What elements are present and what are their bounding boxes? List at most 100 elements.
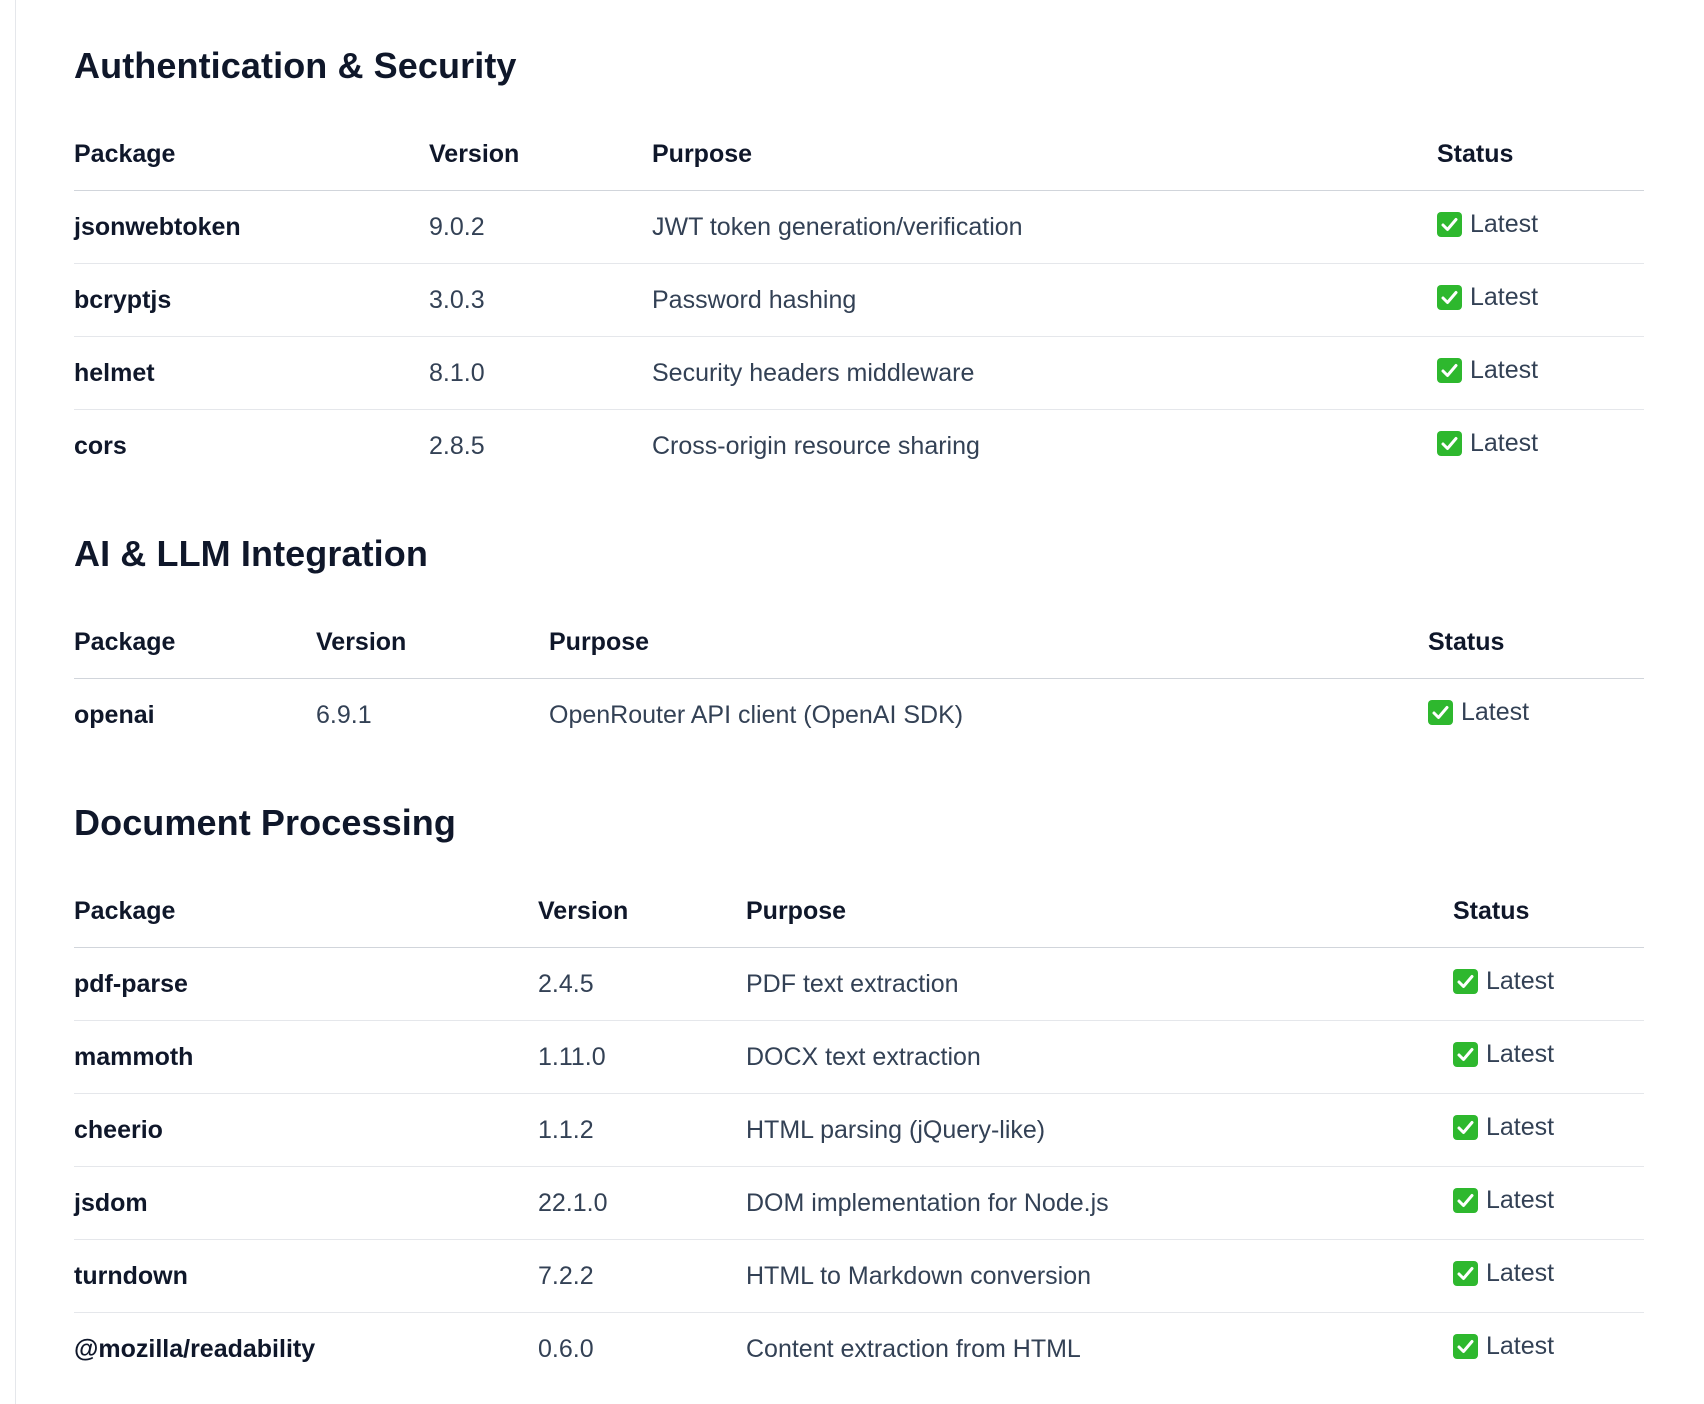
white-check-mark-icon xyxy=(1453,1334,1478,1359)
package-name: cheerio xyxy=(74,1093,538,1167)
package-status: Latest xyxy=(1453,1313,1644,1386)
package-status: Latest xyxy=(1437,336,1644,410)
left-border xyxy=(15,0,16,1404)
package-purpose: Password hashing xyxy=(652,263,1437,337)
package-purpose: OpenRouter API client (OpenAI SDK) xyxy=(549,700,964,729)
status-label: Latest xyxy=(1470,429,1539,457)
package-purpose: Security headers middleware xyxy=(652,336,1437,410)
package-status: Latest xyxy=(1453,1166,1644,1240)
white-check-mark-icon xyxy=(1453,1261,1478,1286)
header-purpose: Purpose xyxy=(652,118,1437,191)
package-status: Latest xyxy=(1437,263,1644,337)
header-purpose: Purpose xyxy=(746,875,1453,948)
package-version: 2.8.5 xyxy=(429,431,485,460)
white-check-mark-icon xyxy=(1428,700,1453,725)
package-purpose: Content extraction from HTML xyxy=(746,1334,1081,1363)
section-authentication-security: Authentication & Security Package Versio… xyxy=(74,44,1644,482)
table-row: mammoth 1.11.0 DOCX text extraction Late… xyxy=(74,1020,1644,1094)
package-purpose: JWT token generation/verification xyxy=(652,190,1437,264)
status-label: Latest xyxy=(1486,1113,1555,1141)
package-version: 6.9.1 xyxy=(316,700,372,729)
white-check-mark-icon xyxy=(1437,285,1462,310)
header-package: Package xyxy=(74,875,538,948)
white-check-mark-icon xyxy=(1453,1188,1478,1213)
package-version: 8.1.0 xyxy=(429,336,652,410)
package-purpose: DOM implementation for Node.js xyxy=(746,1166,1453,1240)
package-name: jsdom xyxy=(74,1166,538,1240)
package-name: helmet xyxy=(74,336,429,410)
package-table: Package Version Purpose Status openai 6.… xyxy=(74,606,1644,751)
package-name: jsonwebtoken xyxy=(74,190,429,264)
package-status: Latest xyxy=(1437,190,1644,264)
status-label: Latest xyxy=(1470,283,1539,311)
status-label: Latest xyxy=(1486,1186,1555,1214)
package-name: cors xyxy=(74,431,127,460)
package-version: 22.1.0 xyxy=(538,1166,746,1240)
header-purpose: Purpose xyxy=(549,606,1428,679)
package-status: Latest xyxy=(1437,410,1644,483)
section-title: Authentication & Security xyxy=(74,45,517,86)
white-check-mark-icon xyxy=(1453,969,1478,994)
header-status: Status xyxy=(1437,118,1644,191)
package-table: Package Version Purpose Status jsonwebto… xyxy=(74,118,1644,482)
package-status: Latest xyxy=(1453,1239,1644,1313)
table-row: openai 6.9.1 OpenRouter API client (Open… xyxy=(74,679,1644,752)
package-name: openai xyxy=(74,700,155,729)
header-version: Version xyxy=(429,118,652,191)
table-row: pdf-parse 2.4.5 PDF text extraction Late… xyxy=(74,947,1644,1021)
package-version: 9.0.2 xyxy=(429,190,652,264)
table-row: jsdom 22.1.0 DOM implementation for Node… xyxy=(74,1166,1644,1240)
table-row: jsonwebtoken 9.0.2 JWT token generation/… xyxy=(74,190,1644,264)
table-row: helmet 8.1.0 Security headers middleware… xyxy=(74,336,1644,410)
header-package: Package xyxy=(74,606,316,679)
header-version: Version xyxy=(538,875,746,948)
table-row: cors 2.8.5 Cross-origin resource sharing… xyxy=(74,410,1644,483)
package-name: mammoth xyxy=(74,1020,538,1094)
status-label: Latest xyxy=(1486,1332,1555,1360)
header-status: Status xyxy=(1428,606,1644,679)
table-header-row: Package Version Purpose Status xyxy=(74,606,1644,679)
section-document-processing: Document Processing Package Version Purp… xyxy=(74,801,1644,1385)
header-package: Package xyxy=(74,118,429,191)
white-check-mark-icon xyxy=(1437,358,1462,383)
section-title: Document Processing xyxy=(74,802,456,843)
package-version: 1.11.0 xyxy=(538,1020,746,1094)
table-header-row: Package Version Purpose Status xyxy=(74,118,1644,191)
package-version: 0.6.0 xyxy=(538,1334,594,1363)
package-name: @mozilla/readability xyxy=(74,1334,316,1363)
package-version: 2.4.5 xyxy=(538,947,746,1021)
page: Authentication & Security Package Versio… xyxy=(0,0,1704,1404)
package-status: Latest xyxy=(1453,1020,1644,1094)
table-row: turndown 7.2.2 HTML to Markdown conversi… xyxy=(74,1239,1644,1313)
white-check-mark-icon xyxy=(1437,431,1462,456)
package-status: Latest xyxy=(1453,947,1644,1021)
package-status: Latest xyxy=(1453,1093,1644,1167)
status-label: Latest xyxy=(1461,698,1530,726)
package-table: Package Version Purpose Status pdf-parse… xyxy=(74,875,1644,1385)
status-label: Latest xyxy=(1486,1259,1555,1287)
package-purpose: HTML parsing (jQuery-like) xyxy=(746,1093,1453,1167)
package-version: 3.0.3 xyxy=(429,263,652,337)
section-title: AI & LLM Integration xyxy=(74,533,428,574)
status-label: Latest xyxy=(1470,356,1539,384)
table-header-row: Package Version Purpose Status xyxy=(74,875,1644,948)
package-purpose: PDF text extraction xyxy=(746,947,1453,1021)
status-label: Latest xyxy=(1486,1040,1555,1068)
header-version: Version xyxy=(316,606,549,679)
package-version: 7.2.2 xyxy=(538,1239,746,1313)
package-version: 1.1.2 xyxy=(538,1093,746,1167)
table-row: bcryptjs 3.0.3 Password hashing Latest xyxy=(74,263,1644,337)
status-label: Latest xyxy=(1470,210,1539,238)
package-name: bcryptjs xyxy=(74,263,429,337)
package-purpose: DOCX text extraction xyxy=(746,1020,1453,1094)
package-purpose: Cross-origin resource sharing xyxy=(652,431,980,460)
white-check-mark-icon xyxy=(1437,212,1462,237)
package-name: turndown xyxy=(74,1239,538,1313)
white-check-mark-icon xyxy=(1453,1115,1478,1140)
status-label: Latest xyxy=(1486,967,1555,995)
package-name: pdf-parse xyxy=(74,947,538,1021)
section-ai-llm-integration: AI & LLM Integration Package Version Pur… xyxy=(74,532,1644,751)
white-check-mark-icon xyxy=(1453,1042,1478,1067)
header-status: Status xyxy=(1453,875,1644,948)
package-purpose: HTML to Markdown conversion xyxy=(746,1239,1453,1313)
